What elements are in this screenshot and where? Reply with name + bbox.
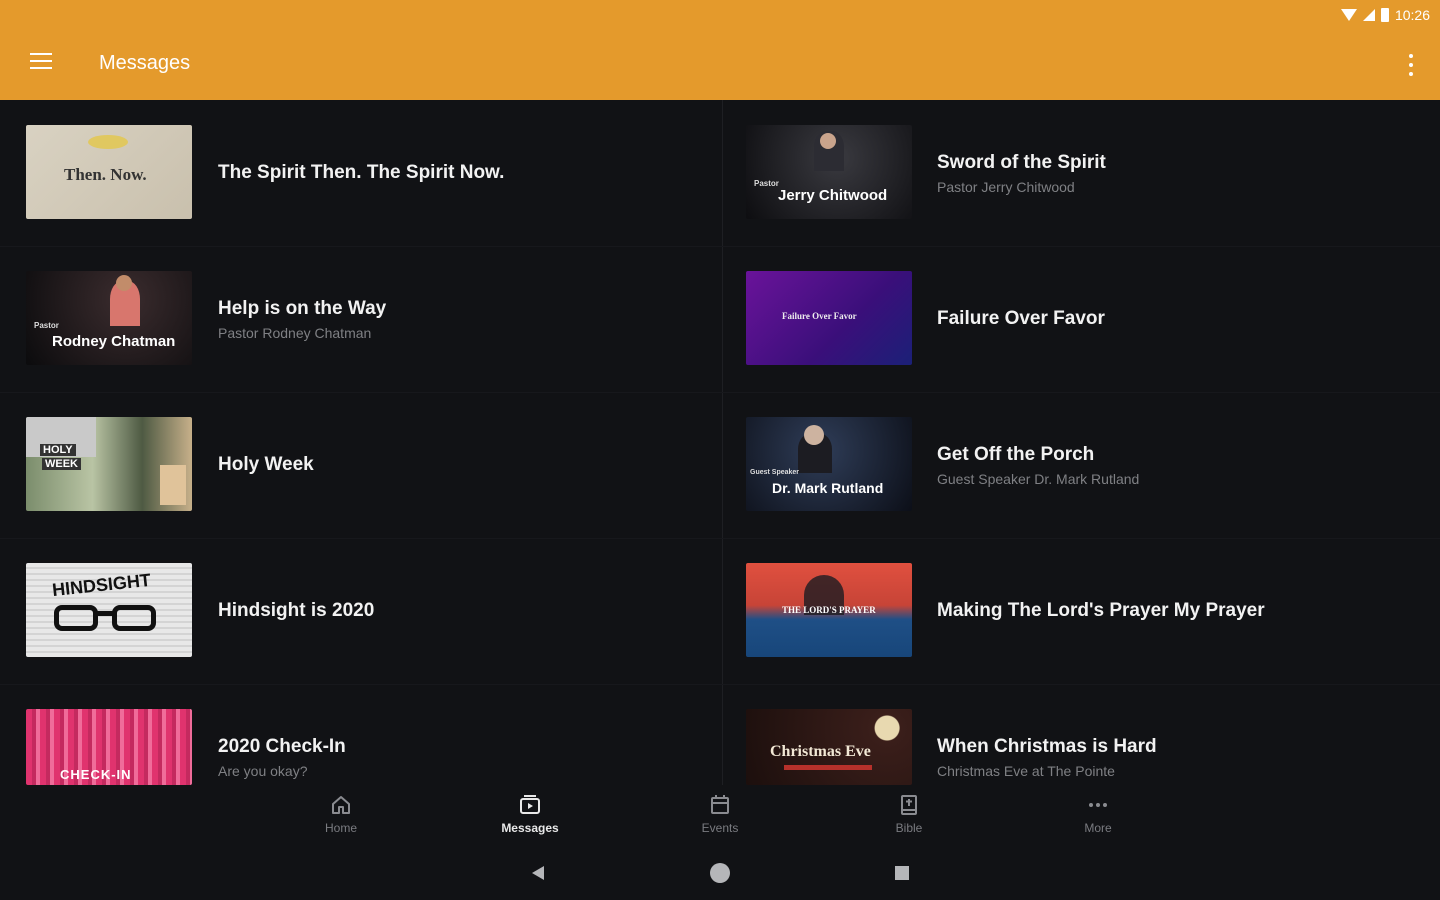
message-title: 2020 Check-In	[218, 735, 346, 757]
home-button-icon[interactable]	[710, 863, 730, 883]
overflow-menu-icon[interactable]	[1406, 54, 1416, 76]
message-title: Failure Over Favor	[937, 308, 1105, 329]
message-title: Hindsight is 2020	[218, 600, 375, 621]
message-item[interactable]: Christmas Eve When Christmas is Hard Chr…	[722, 684, 1422, 785]
message-title: Get Off the Porch	[937, 443, 1095, 465]
thumbnail-text: Jerry Chitwood	[778, 187, 888, 204]
message-item[interactable]: THE LORD'S PRAYER Making The Lord's Pray…	[722, 538, 1422, 684]
message-item[interactable]: HINDSIGHT Hindsight is 2020	[0, 538, 700, 684]
message-thumbnail: Pastor Jerry Chitwood	[746, 125, 912, 219]
message-thumbnail: CHECK-IN	[26, 709, 192, 785]
message-title: Sword of the Spirit	[937, 151, 1106, 173]
thumbnail-text: Rodney Chatman	[52, 333, 176, 350]
wifi-icon	[1340, 9, 1357, 21]
message-item[interactable]: CHECK-IN 2020 Check-In Are you okay?	[0, 684, 700, 785]
message-thumbnail: Failure Over Favor	[746, 271, 912, 365]
message-thumbnail: Guest Speaker Dr. Mark Rutland	[746, 417, 912, 511]
message-thumbnail: Christmas Eve	[746, 709, 912, 785]
more-icon	[1089, 803, 1107, 807]
thumbnail-text: CHECK-IN	[60, 767, 132, 782]
thumbnail-text: THE LORD'S PRAYER	[782, 605, 876, 615]
message-item[interactable]: Then. Now. The Spirit Then. The Spirit N…	[0, 100, 700, 246]
thumbnail-text: Pastor	[34, 321, 59, 330]
message-subtitle: Pastor Rodney Chatman	[218, 324, 372, 341]
message-subtitle: Christmas Eve at The Pointe	[937, 762, 1115, 779]
nav-home[interactable]: Home	[291, 793, 391, 841]
calendar-icon	[711, 795, 729, 814]
bottom-navigation: Home Messages Events Bible More	[0, 785, 1440, 845]
message-item[interactable]: Guest Speaker Dr. Mark Rutland Get Off t…	[722, 392, 1422, 538]
nav-label: More	[1084, 821, 1112, 835]
message-thumbnail: HINDSIGHT	[26, 563, 192, 657]
thumbnail-text: WEEK	[42, 458, 81, 470]
messages-list: Then. Now. The Spirit Then. The Spirit N…	[0, 100, 1440, 785]
thumbnail-text: HINDSIGHT	[51, 569, 152, 601]
thumbnail-text: HOLY	[40, 444, 76, 456]
message-title: When Christmas is Hard	[937, 735, 1157, 757]
message-item[interactable]: Pastor Rodney Chatman Help is on the Way…	[0, 246, 700, 392]
message-title: Help is on the Way	[218, 297, 387, 319]
messages-icon	[520, 795, 540, 814]
message-title: Making The Lord's Prayer My Prayer	[937, 600, 1265, 621]
thumbnail-text: Failure Over Favor	[782, 311, 857, 321]
message-thumbnail: HOLY WEEK	[26, 417, 192, 511]
home-icon	[332, 796, 350, 814]
message-title: The Spirit Then. The Spirit Now.	[218, 162, 505, 183]
menu-icon[interactable]	[30, 53, 52, 71]
thumbnail-text: Christmas Eve	[770, 743, 871, 760]
message-title: Holy Week	[218, 454, 314, 475]
status-bar: 10:26	[1340, 5, 1430, 25]
cellular-icon	[1362, 9, 1375, 21]
page-title: Messages	[99, 52, 191, 74]
thumbnail-text: Pastor	[754, 179, 779, 188]
nav-events[interactable]: Events	[670, 793, 770, 841]
nav-label: Home	[324, 821, 357, 835]
status-time: 10:26	[1394, 7, 1430, 23]
thumbnail-text: Then. Now.	[64, 165, 147, 184]
thumbnail-text: Dr. Mark Rutland	[772, 480, 884, 496]
nav-bible[interactable]: Bible	[859, 793, 959, 841]
back-icon[interactable]	[532, 866, 544, 880]
message-item[interactable]: Pastor Jerry Chitwood Sword of the Spiri…	[722, 100, 1422, 246]
message-item[interactable]: HOLY WEEK Holy Week	[0, 392, 700, 538]
message-thumbnail: Pastor Rodney Chatman	[26, 271, 192, 365]
nav-more[interactable]: More	[1048, 793, 1148, 841]
message-subtitle: Are you okay?	[218, 762, 308, 779]
message-subtitle: Pastor Jerry Chitwood	[937, 178, 1075, 195]
nav-label: Messages	[501, 821, 559, 835]
recent-apps-icon[interactable]	[895, 866, 909, 880]
thumbnail-text: Guest Speaker	[750, 469, 800, 476]
message-item[interactable]: Failure Over Favor Failure Over Favor	[722, 246, 1422, 392]
app-bar: 10:26 Messages	[0, 0, 1440, 100]
bible-icon	[901, 795, 917, 815]
message-thumbnail: Then. Now.	[26, 125, 192, 219]
nav-label: Bible	[895, 821, 923, 835]
message-thumbnail: THE LORD'S PRAYER	[746, 563, 912, 657]
battery-icon	[1380, 8, 1389, 22]
nav-messages[interactable]: Messages	[480, 793, 580, 841]
nav-label: Events	[701, 821, 739, 835]
message-subtitle: Guest Speaker Dr. Mark Rutland	[937, 470, 1140, 487]
system-navigation-bar	[0, 845, 1440, 900]
